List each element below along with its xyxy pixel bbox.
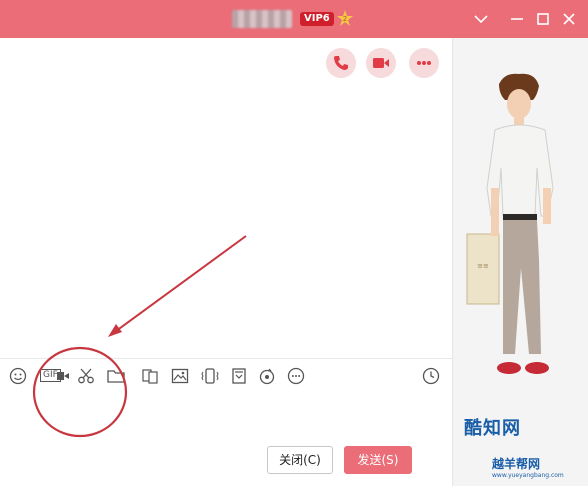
vibrate-icon[interactable]: [200, 366, 220, 386]
close-button[interactable]: 关闭(C): [267, 446, 333, 474]
send-button[interactable]: 发送(S): [344, 446, 412, 474]
watermark-url: www.yueyangbang.com: [492, 472, 564, 479]
star-badge: 2: [336, 9, 354, 27]
maximize-icon[interactable]: [532, 8, 554, 30]
phone-icon: [334, 56, 348, 70]
history-clock-icon[interactable]: [421, 366, 441, 386]
more-icon[interactable]: [286, 366, 306, 386]
message-input[interactable]: [0, 392, 452, 440]
gif-camera-icon[interactable]: [56, 366, 76, 386]
minimize-icon[interactable]: [506, 8, 528, 30]
vip-badge: VIP6: [300, 12, 334, 26]
close-window-icon[interactable]: [558, 8, 580, 30]
svg-text:2: 2: [343, 15, 347, 23]
svg-text:≡≡: ≡≡: [477, 262, 489, 270]
toolbar-divider: [0, 358, 452, 359]
more-options-button[interactable]: [409, 48, 439, 78]
character-illustration: ≡≡: [466, 73, 554, 374]
message-area[interactable]: [0, 38, 452, 358]
emoji-icon[interactable]: [8, 366, 28, 386]
contact-name-blurred: [232, 10, 292, 28]
watermark-brand: 酷知网: [464, 418, 521, 439]
screenshot-icon[interactable]: [140, 366, 160, 386]
video-camera-icon: [373, 58, 389, 68]
chevron-down-icon[interactable]: [470, 8, 492, 30]
title-bar: VIP6 2: [0, 0, 588, 38]
scissors-icon[interactable]: [76, 366, 96, 386]
folder-icon[interactable]: [106, 366, 126, 386]
watermark-site: 越羊帮网: [492, 457, 541, 471]
video-call-button[interactable]: [366, 48, 396, 78]
doc-icon[interactable]: [229, 366, 249, 386]
more-dots-icon: [417, 61, 431, 65]
image-icon[interactable]: [170, 366, 190, 386]
phone-call-button[interactable]: [326, 48, 356, 78]
music-icon[interactable]: [257, 366, 277, 386]
